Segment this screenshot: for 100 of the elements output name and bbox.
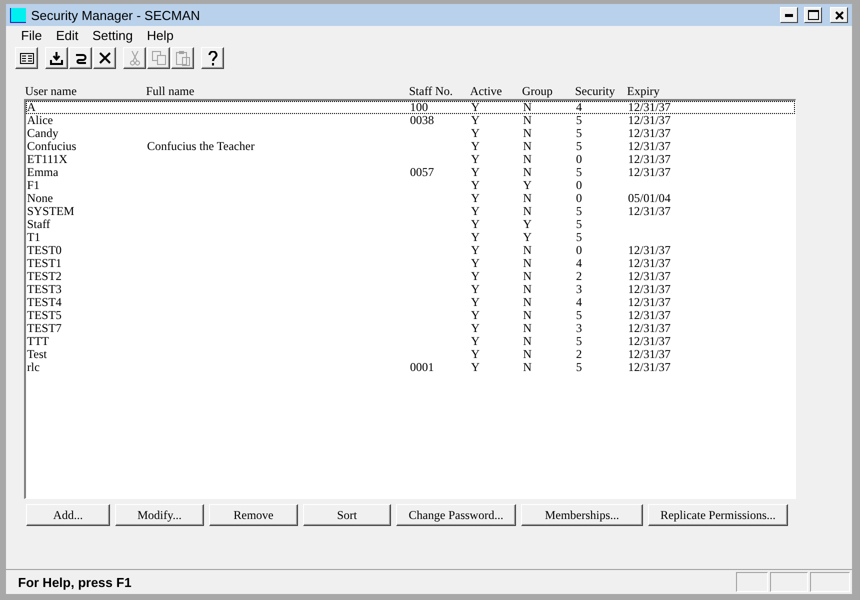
table-cell: Y xyxy=(471,321,480,335)
table-row[interactable]: TEST3 Y N 3 12/31/37 xyxy=(26,283,795,296)
table-cell: N xyxy=(523,243,532,257)
table-row[interactable]: Test Y N 2 12/31/37 xyxy=(26,348,795,361)
table-cell: None xyxy=(27,191,53,205)
table-row[interactable]: TEST7 Y N 3 12/31/37 xyxy=(26,322,795,335)
delete-button[interactable] xyxy=(93,47,116,69)
table-row[interactable]: ET111X Y N 0 12/31/37 xyxy=(26,153,795,166)
table-row[interactable]: F1 Y Y 0 xyxy=(26,179,795,192)
minimize-icon xyxy=(785,14,793,16)
table-cell: Alice xyxy=(27,113,53,127)
table-row[interactable]: Emma 0057 Y N 5 12/31/37 xyxy=(26,166,795,179)
import-button[interactable] xyxy=(45,47,68,69)
close-icon xyxy=(98,52,110,64)
table-row[interactable]: TEST1 Y N 4 12/31/37 xyxy=(26,257,795,270)
maximize-button[interactable] xyxy=(804,7,822,23)
table-cell: N xyxy=(523,139,532,153)
table-cell: N xyxy=(523,347,532,361)
table-row[interactable]: TEST0 Y N 0 12/31/37 xyxy=(26,244,795,257)
table-cell: TEST0 xyxy=(27,243,62,257)
table-cell: Y xyxy=(471,282,480,296)
column-header[interactable]: Staff No. xyxy=(409,84,470,99)
table-cell: Y xyxy=(523,217,532,231)
action-button[interactable]: Memberships... xyxy=(521,504,643,526)
table-cell: TTT xyxy=(27,334,49,348)
table-cell: 5 xyxy=(576,126,582,140)
status-pane xyxy=(810,572,850,592)
table-cell: Y xyxy=(471,113,480,127)
table-cell: 5 xyxy=(576,360,582,374)
table-row[interactable]: Candy Y N 5 12/31/37 xyxy=(26,127,795,140)
menu-item[interactable]: Edit xyxy=(48,28,86,43)
table-cell: 4 xyxy=(576,256,582,270)
table-row[interactable]: A 100 Y N 4 12/31/37 xyxy=(26,101,795,114)
card-icon xyxy=(20,52,34,64)
table-cell: 12/31/37 xyxy=(628,269,671,283)
menu-item[interactable]: Help xyxy=(140,28,181,43)
table-row[interactable]: SYSTEM Y N 5 12/31/37 xyxy=(26,205,795,218)
scissors-icon xyxy=(130,50,140,66)
table-row[interactable]: Alice 0038 Y N 5 12/31/37 xyxy=(26,114,795,127)
table-cell: 0 xyxy=(576,152,582,166)
table-cell: Y xyxy=(471,243,480,257)
table-cell: 12/31/37 xyxy=(628,139,671,153)
table-cell: TEST5 xyxy=(27,308,62,322)
column-header[interactable]: Security xyxy=(575,84,627,99)
table-cell: Y xyxy=(471,230,480,244)
action-button[interactable]: Modify... xyxy=(115,504,204,526)
table-cell: 5 xyxy=(576,334,582,348)
table-row[interactable]: None Y N 0 05/01/04 xyxy=(26,192,795,205)
action-button[interactable]: Remove xyxy=(209,504,298,526)
app-icon xyxy=(10,8,26,22)
help-button[interactable] xyxy=(201,47,224,69)
minimize-button[interactable] xyxy=(780,7,798,23)
action-button[interactable]: Change Password... xyxy=(396,504,516,526)
table-cell: N xyxy=(523,321,532,335)
table-row[interactable]: T1 Y Y 5 xyxy=(26,231,795,244)
column-header[interactable]: Group xyxy=(522,84,575,99)
table-cell: N xyxy=(523,308,532,322)
table-cell: 0057 xyxy=(410,165,434,179)
download-icon xyxy=(50,52,63,64)
table-row[interactable]: rlc 0001 Y N 5 12/31/37 xyxy=(26,361,795,374)
table-cell: Y xyxy=(471,165,480,179)
action-button[interactable]: Replicate Permissions... xyxy=(648,504,788,526)
table-cell: 3 xyxy=(576,282,582,296)
column-header[interactable]: Expiry xyxy=(627,84,717,99)
table-cell: Y xyxy=(471,139,480,153)
properties-button[interactable] xyxy=(15,47,38,69)
table-cell: Y xyxy=(471,126,480,140)
column-header[interactable]: Full name xyxy=(146,84,409,99)
table-row[interactable]: Confucius Confucius the Teacher Y N 5 12/31/37 xyxy=(26,140,795,153)
column-header[interactable]: Active xyxy=(470,84,522,99)
status-pane xyxy=(770,572,808,592)
table-row[interactable]: TEST4 Y N 4 12/31/37 xyxy=(26,296,795,309)
table-row[interactable]: TEST2 Y N 2 12/31/37 xyxy=(26,270,795,283)
table-cell: TEST7 xyxy=(27,321,62,335)
refresh-button[interactable] xyxy=(69,47,92,69)
table-cell: 5 xyxy=(576,113,582,127)
table-cell: 12/31/37 xyxy=(628,308,671,322)
table-cell: 5 xyxy=(576,204,582,218)
table-cell: TEST1 xyxy=(27,256,62,270)
menu-item[interactable]: Setting xyxy=(85,28,140,43)
table-cell: T1 xyxy=(27,230,40,244)
table-cell: 4 xyxy=(576,295,582,309)
table-row[interactable]: Staff Y Y 5 xyxy=(26,218,795,231)
action-button[interactable]: Add... xyxy=(26,504,110,526)
table-cell: 12/31/37 xyxy=(628,165,671,179)
table-cell: Emma xyxy=(27,165,58,179)
table-cell: Confucius xyxy=(27,139,76,153)
refresh-icon xyxy=(74,52,87,64)
table-cell: SYSTEM xyxy=(27,204,74,218)
table-cell: Y xyxy=(471,295,480,309)
table-cell: Test xyxy=(27,347,47,361)
table-row[interactable]: TEST5 Y N 5 12/31/37 xyxy=(26,309,795,322)
action-button[interactable]: Sort xyxy=(303,504,391,526)
table-cell: Y xyxy=(471,334,480,348)
close-button[interactable] xyxy=(830,7,848,23)
table-row[interactable]: TTT Y N 5 12/31/37 xyxy=(26,335,795,348)
table-cell: 2 xyxy=(576,269,582,283)
menu-item[interactable]: File xyxy=(14,28,49,43)
column-header[interactable]: User name xyxy=(25,84,146,99)
table-cell: 12/31/37 xyxy=(628,204,671,218)
